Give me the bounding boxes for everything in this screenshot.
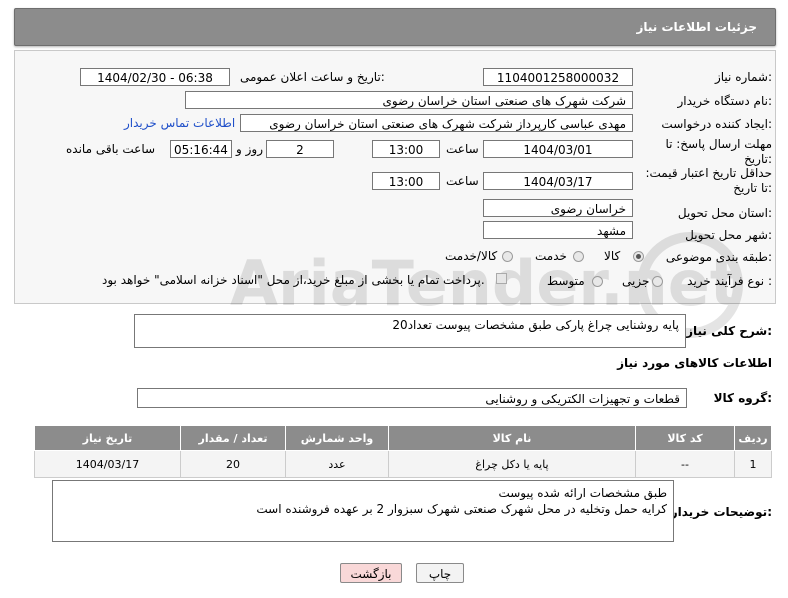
col-row: ردیف <box>734 425 772 451</box>
remaining-time-field: 05:16:44 <box>170 140 232 158</box>
table-row[interactable]: 1 -- پایه یا دکل چراغ عدد 20 1404/03/17 <box>34 450 772 478</box>
days-label: روز و <box>236 142 263 156</box>
deadline-date-field: 1404/03/01 <box>483 140 633 158</box>
category-radio-service[interactable] <box>573 251 584 262</box>
validity-time-field: 13:00 <box>372 172 440 190</box>
buyer-notes-textarea[interactable]: طبق مشخصات ارائه شده پیوست کرایه حمل وتخ… <box>52 480 674 542</box>
goods-group-field: قطعات و تجهیزات الکتریکی و روشنایی <box>137 388 687 408</box>
col-unit: واحد شمارش <box>285 425 389 451</box>
city-label: شهر محل تحویل: <box>685 228 772 242</box>
buyer-org-field: شرکت شهرک های صنعتی استان خراسان رضوی <box>185 91 633 109</box>
category-option-goods: کالا <box>604 249 621 263</box>
days-field: 2 <box>266 140 334 158</box>
creator-label: ایجاد کننده درخواست: <box>661 117 772 131</box>
deadline-time-label: ساعت <box>446 142 479 156</box>
category-option-both: کالا/خدمت <box>445 249 498 263</box>
need-number-label: شماره نیاز: <box>714 70 772 84</box>
process-label: نوع فرآیند خرید : <box>687 274 772 288</box>
category-radio-both[interactable] <box>502 251 513 262</box>
col-date: تاریخ نیاز <box>34 425 181 451</box>
goods-group-label: گروه کالا: <box>713 391 772 405</box>
col-name: نام کالا <box>388 425 636 451</box>
description-label: شرح کلی نیاز: <box>686 324 772 338</box>
category-option-service: خدمت <box>535 249 567 263</box>
goods-table: ردیف کد کالا نام کالا واحد شمارش تعداد /… <box>34 425 772 478</box>
process-option-medium: متوسط <box>547 274 585 288</box>
buyer-notes-line-1: طبق مشخصات ارائه شده پیوست <box>498 486 667 500</box>
cell-code: -- <box>635 450 735 478</box>
cell-row: 1 <box>734 450 772 478</box>
buyer-notes-line-2: کرایه حمل وتخلیه در محل شهرک صنعتی شهرک … <box>256 502 667 516</box>
print-button[interactable]: چاپ <box>416 563 464 583</box>
remaining-label: ساعت باقی مانده <box>66 142 156 156</box>
goods-section-title: اطلاعات کالاهای مورد نیاز <box>617 356 772 370</box>
col-qty: تعداد / مقدار <box>180 425 286 451</box>
category-radio-goods[interactable] <box>633 251 644 262</box>
goods-table-header: ردیف کد کالا نام کالا واحد شمارش تعداد /… <box>34 425 772 451</box>
deadline-time-field: 13:00 <box>372 140 440 158</box>
cell-date: 1404/03/17 <box>34 450 181 478</box>
creator-field: مهدی عباسی کارپرداز شرکت شهرک های صنعتی … <box>240 114 633 132</box>
announce-label: تاریخ و ساعت اعلان عمومی: <box>240 70 385 84</box>
process-radio-minor[interactable] <box>652 276 663 287</box>
panel-header: جزئیات اطلاعات نیاز <box>14 8 776 46</box>
announce-field: 1404/02/30 - 06:38 <box>80 68 230 86</box>
need-number-field: 1104001258000032 <box>483 68 633 86</box>
buyer-notes-label: توضیحات خریدار: <box>670 505 772 519</box>
province-field: خراسان رضوی <box>483 199 633 217</box>
deadline-label: مهلت ارسال پاسخ: تا تاریخ: <box>665 137 772 166</box>
cell-name: پایه یا دکل چراغ <box>388 450 636 478</box>
description-text: پایه روشنایی چراغ پارکی طبق مشخصات پیوست… <box>392 318 679 332</box>
description-textarea[interactable]: پایه روشنایی چراغ پارکی طبق مشخصات پیوست… <box>134 314 686 348</box>
process-radio-medium[interactable] <box>592 276 603 287</box>
city-field: مشهد <box>483 221 633 239</box>
validity-date-field: 1404/03/17 <box>483 172 633 190</box>
category-label: طبقه بندی موضوعی: <box>665 250 772 264</box>
province-label: استان محل تحویل: <box>677 206 772 220</box>
back-button[interactable]: بازگشت <box>340 563 402 583</box>
process-option-minor: جزیی <box>622 274 650 288</box>
page-title: جزئیات اطلاعات نیاز <box>636 20 757 34</box>
validity-label: حداقل تاریخ اعتبار قیمت: تا تاریخ: <box>645 166 772 195</box>
buyer-org-label: نام دستگاه خریدار: <box>677 94 773 108</box>
cell-unit: عدد <box>285 450 389 478</box>
treasury-payment-checkbox[interactable] <box>496 273 507 284</box>
buyer-contact-link[interactable]: اطلاعات تماس خریدار <box>124 116 235 130</box>
treasury-payment-note: پرداخت تمام یا بخشی از مبلغ خرید،از محل … <box>102 273 485 287</box>
col-code: کد کالا <box>635 425 735 451</box>
validity-time-label: ساعت <box>446 174 479 188</box>
cell-qty: 20 <box>180 450 286 478</box>
